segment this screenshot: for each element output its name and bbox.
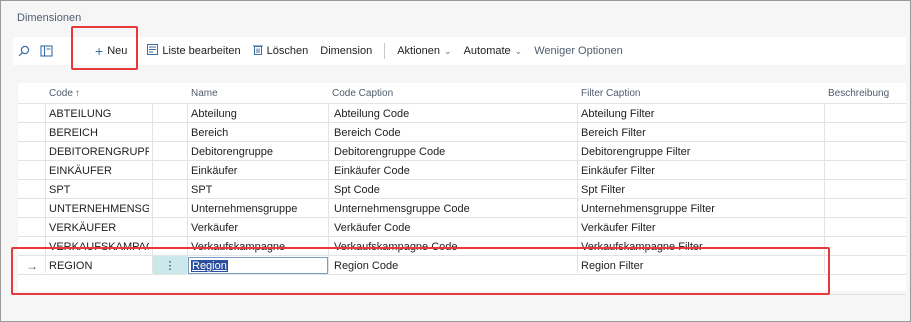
cell-filter-caption[interactable]: Spt Filter bbox=[581, 180, 821, 199]
cell-code[interactable]: UNTERNEHMENSGRU... bbox=[49, 199, 149, 218]
cell-name[interactable]: Verkäufer bbox=[191, 218, 326, 237]
trash-icon bbox=[252, 44, 263, 58]
cell-filter-caption[interactable]: Einkäufer Filter bbox=[581, 161, 821, 180]
cell-filter-caption[interactable]: Verkäufer Filter bbox=[581, 218, 821, 237]
cell-name[interactable]: Unternehmensgruppe bbox=[191, 199, 326, 218]
edit-list-icon bbox=[147, 44, 159, 58]
cell-code[interactable]: SPT bbox=[49, 180, 149, 199]
highlight-new-button bbox=[71, 26, 138, 70]
table-row[interactable]: VERKÄUFER Verkäufer Verkäufer Code Verkäufe… bbox=[18, 217, 906, 237]
sort-ascending-icon: ↑ bbox=[74, 87, 80, 99]
column-header-code-caption[interactable]: Code Caption bbox=[332, 83, 393, 103]
dimension-label: Dimension bbox=[320, 45, 373, 57]
window-frame: Dimensionen + Neu Liste bearbeiten Lösch… bbox=[0, 0, 911, 322]
page-title: Dimensionen bbox=[17, 12, 82, 24]
cell-code[interactable]: DEBITORENGRUPPE bbox=[49, 142, 149, 161]
column-header-code[interactable]: Code ↑ bbox=[49, 83, 80, 103]
highlight-selected-row bbox=[11, 247, 830, 295]
cell-code[interactable]: EINKÄUFER bbox=[49, 161, 149, 180]
dimension-button[interactable]: Dimension bbox=[314, 40, 378, 62]
cell-code-caption[interactable]: Unternehmensgruppe Code bbox=[334, 199, 574, 218]
cell-code-caption[interactable]: Einkäufer Code bbox=[334, 161, 574, 180]
table-row[interactable]: EINKÄUFER Einkäufer Einkäufer Code Einkäufe… bbox=[18, 160, 906, 180]
table-row[interactable]: ABTEILUNG Abteilung Abteilung Code Abteilun… bbox=[18, 103, 906, 123]
cell-name[interactable]: SPT bbox=[191, 180, 326, 199]
cell-name[interactable]: Debitorengruppe bbox=[191, 142, 326, 161]
cell-code-caption[interactable]: Abteilung Code bbox=[334, 104, 574, 123]
edit-list-button[interactable]: Liste bearbeiten bbox=[141, 40, 246, 62]
table-row[interactable]: DEBITORENGRUPPE Debitorengruppe Debitoreng… bbox=[18, 141, 906, 161]
search-icon[interactable] bbox=[13, 40, 35, 62]
cell-code[interactable]: VERKÄUFER bbox=[49, 218, 149, 237]
cell-name[interactable]: Abteilung bbox=[191, 104, 326, 123]
cell-code-caption[interactable]: Spt Code bbox=[334, 180, 574, 199]
chevron-down-icon: ⌄ bbox=[444, 45, 452, 56]
edit-list-label: Liste bearbeiten bbox=[162, 45, 241, 57]
cell-filter-caption[interactable]: Bereich Filter bbox=[581, 123, 821, 142]
filter-pane-icon[interactable] bbox=[35, 40, 57, 62]
action-bar: + Neu Liste bearbeiten Löschen Dimension… bbox=[13, 37, 906, 65]
table-row[interactable]: UNTERNEHMENSGRU... Unternehmensgruppe Unte… bbox=[18, 198, 906, 218]
actions-menu[interactable]: Aktionen ⌄ bbox=[391, 40, 457, 62]
cell-code-caption[interactable]: Bereich Code bbox=[334, 123, 574, 142]
table-row[interactable]: BEREICH Bereich Bereich Code Bereich Filter bbox=[18, 122, 906, 142]
fewer-options-label: Weniger Optionen bbox=[534, 45, 623, 57]
cell-filter-caption[interactable]: Abteilung Filter bbox=[581, 104, 821, 123]
fewer-options-button[interactable]: Weniger Optionen bbox=[528, 40, 628, 62]
column-header-name[interactable]: Name bbox=[191, 83, 218, 103]
column-header-code-label: Code bbox=[49, 87, 73, 99]
cell-code[interactable]: BEREICH bbox=[49, 123, 149, 142]
cell-code[interactable]: ABTEILUNG bbox=[49, 104, 149, 123]
automate-menu[interactable]: Automate ⌄ bbox=[458, 40, 529, 62]
column-header-filter-caption[interactable]: Filter Caption bbox=[581, 83, 640, 103]
cell-name[interactable]: Einkäufer bbox=[191, 161, 326, 180]
cell-code-caption[interactable]: Verkäufer Code bbox=[334, 218, 574, 237]
toolbar-divider bbox=[384, 43, 386, 59]
column-header-description[interactable]: Beschreibung bbox=[828, 83, 889, 103]
automate-label: Automate bbox=[463, 45, 511, 57]
chevron-down-icon: ⌄ bbox=[514, 45, 523, 56]
cell-code-caption[interactable]: Debitorengruppe Code bbox=[334, 142, 574, 161]
cell-filter-caption[interactable]: Unternehmensgruppe Filter bbox=[581, 199, 821, 218]
cell-name[interactable]: Bereich bbox=[191, 123, 326, 142]
cell-filter-caption[interactable]: Debitorengruppe Filter bbox=[581, 142, 821, 161]
delete-button[interactable]: Löschen bbox=[247, 40, 315, 62]
delete-label: Löschen bbox=[266, 45, 309, 57]
table-row[interactable]: SPT SPT Spt Code Spt Filter bbox=[18, 179, 906, 199]
actions-label: Aktionen bbox=[397, 45, 441, 57]
